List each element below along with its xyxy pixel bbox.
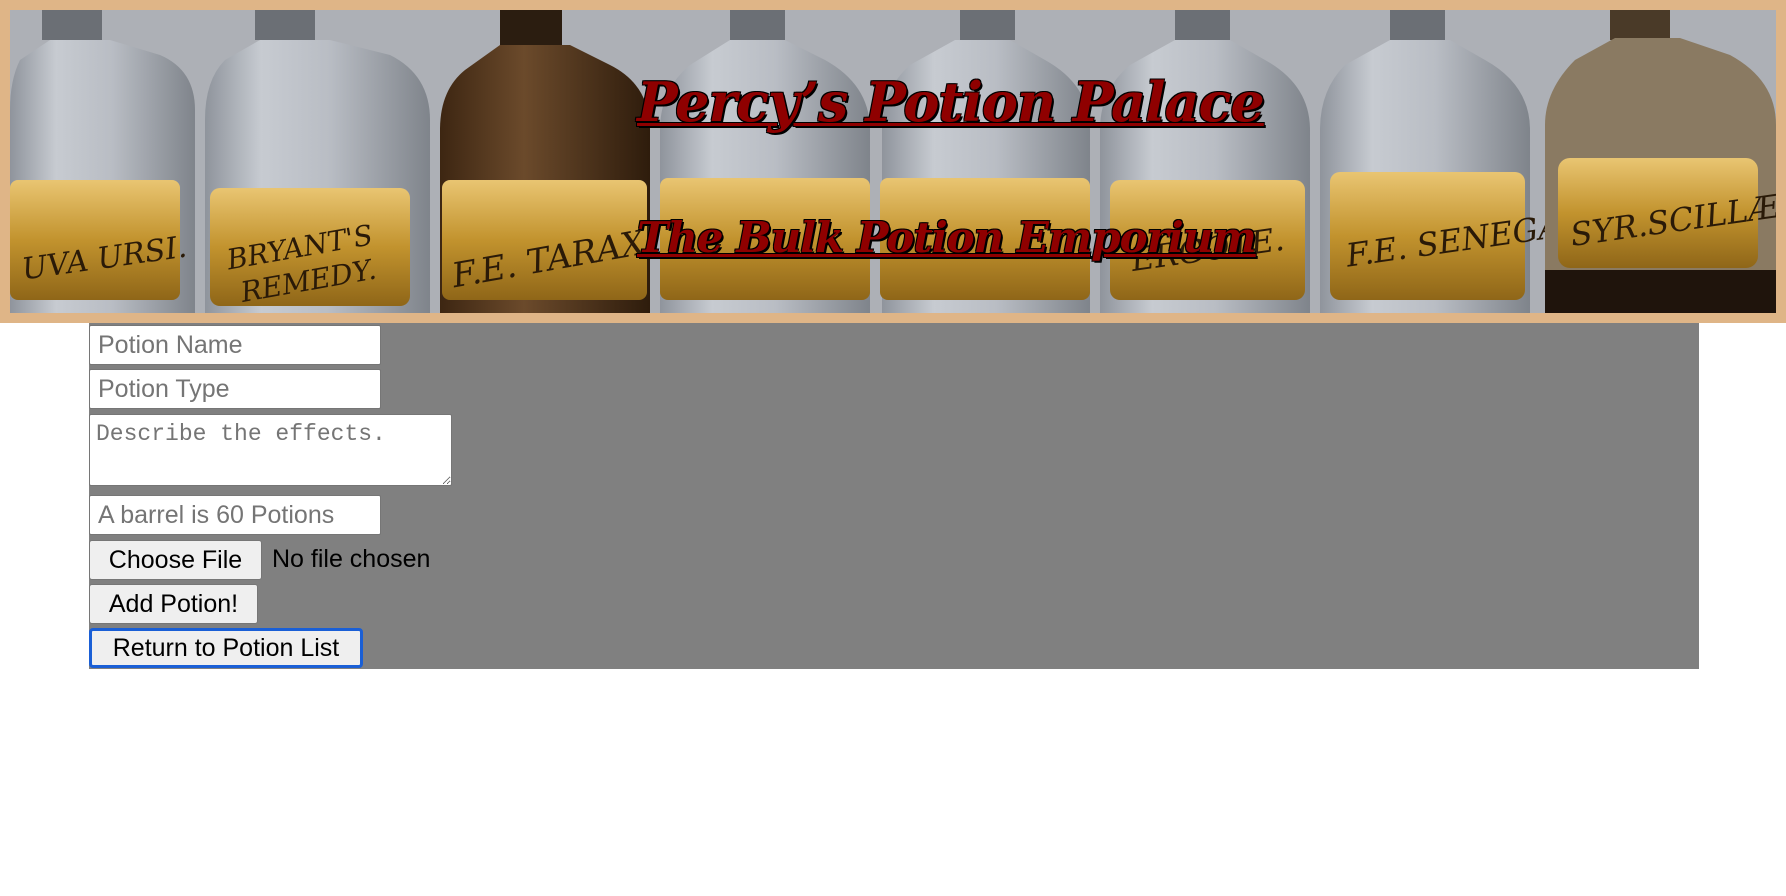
choose-file-button[interactable]: Choose File	[89, 540, 262, 580]
file-status-label: No file chosen	[272, 545, 431, 573]
potion-type-input[interactable]	[89, 369, 381, 409]
return-to-list-button[interactable]: Return to Potion List	[89, 628, 363, 668]
header-banner: UVA URSI. BRYANT'S REMEDY. F.E. TARAX. E…	[0, 0, 1786, 323]
add-potion-form: Choose File No file chosen Add Potion! R…	[89, 323, 1699, 669]
potion-name-input[interactable]	[89, 325, 381, 365]
page-title: Percy’s Potion Palace	[637, 70, 1265, 134]
potion-quantity-input[interactable]	[89, 495, 381, 535]
potion-effects-textarea[interactable]	[89, 414, 452, 486]
add-potion-button[interactable]: Add Potion!	[89, 584, 258, 624]
page-subtitle: The Bulk Potion Emporium	[637, 213, 1257, 262]
bottles-background-image: UVA URSI. BRYANT'S REMEDY. F.E. TARAX. E…	[10, 10, 1776, 313]
